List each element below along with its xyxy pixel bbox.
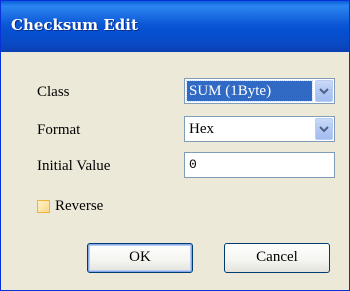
class-selected-value: SUM (1Byte) [186,80,313,102]
chevron-down-icon [319,88,329,95]
title-bar[interactable]: Checksum Edit [1,1,349,52]
class-dropdown-button[interactable] [315,80,333,102]
ok-button[interactable]: OK [87,243,193,273]
class-dropdown[interactable]: SUM (1Byte) [184,78,335,104]
cancel-button[interactable]: Cancel [224,243,330,273]
reverse-label[interactable]: Reverse [55,198,103,215]
chevron-down-icon [319,126,329,133]
initial-value-label: Initial Value [37,158,111,174]
initial-value-field[interactable]: 0 [184,152,335,178]
format-label: Format [37,122,81,138]
format-dropdown-button[interactable] [315,118,333,140]
class-label: Class [37,84,70,100]
window-title: Checksum Edit [11,16,138,34]
format-dropdown[interactable]: Hex [184,116,335,142]
initial-value-text: 0 [189,157,197,172]
reverse-checkbox[interactable] [37,200,50,213]
format-selected-value: Hex [189,121,214,137]
checksum-edit-dialog: Checksum Edit Class SUM (1Byte) Format H… [0,0,350,291]
